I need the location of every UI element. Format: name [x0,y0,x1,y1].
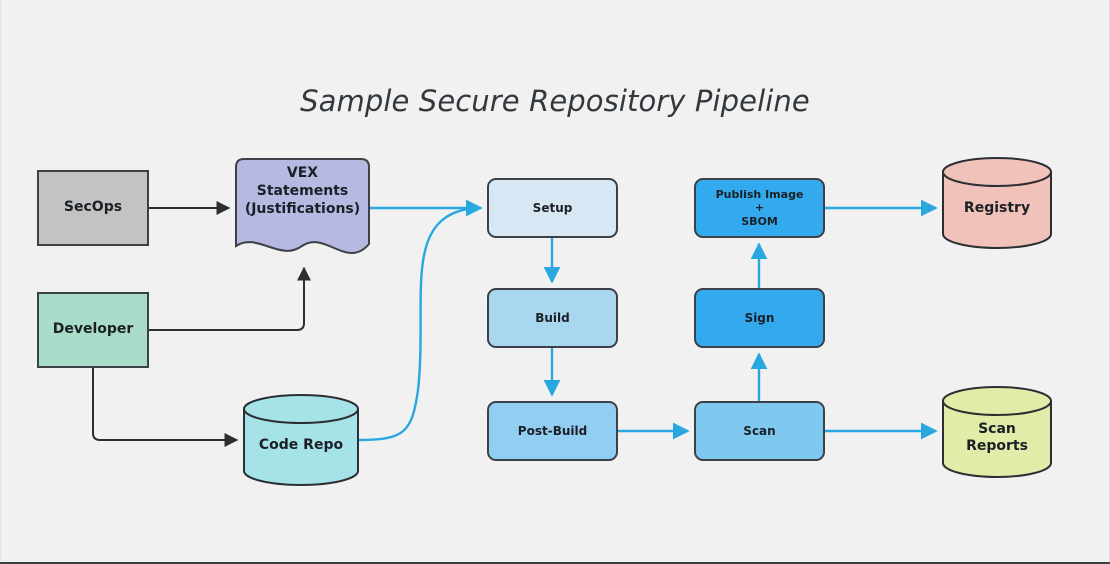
node-sign[interactable]: Sign [694,288,825,348]
node-secops-label: SecOps [63,199,123,216]
node-vex-statements[interactable]: VEX Statements (Justifications) [235,158,370,258]
diagram-canvas: Sample Secure Repository Pipeline SecOps… [0,0,1110,564]
node-developer-label: Developer [52,321,134,338]
cylinder-shape-icon [942,157,1052,249]
document-shape-icon [235,158,370,255]
node-build-label: Build [535,310,570,325]
node-publish-image-sbom-label: Publish Image + SBOM [715,187,804,228]
node-setup[interactable]: Setup [487,178,618,238]
node-scan-label: Scan [743,423,776,438]
node-post-build-label: Post-Build [517,423,588,438]
cylinder-shape-icon [243,394,359,486]
node-developer[interactable]: Developer [37,292,149,368]
node-scan-reports[interactable]: Scan Reports [942,386,1052,478]
node-registry[interactable]: Registry [942,157,1052,249]
node-post-build[interactable]: Post-Build [487,401,618,461]
node-setup-label: Setup [532,200,573,215]
edge-code-repo-to-setup [358,206,476,442]
node-sign-label: Sign [744,310,775,325]
connector-layer [92,199,938,447]
edge-developer-to-code-repo [92,368,239,447]
edge-developer-to-vex [149,266,311,331]
node-code-repo[interactable]: Code Repo [243,394,359,486]
cylinder-shape-icon [942,386,1052,478]
node-secops[interactable]: SecOps [37,170,149,246]
node-build[interactable]: Build [487,288,618,348]
node-scan[interactable]: Scan [694,401,825,461]
node-publish-image-sbom[interactable]: Publish Image + SBOM [694,178,825,238]
